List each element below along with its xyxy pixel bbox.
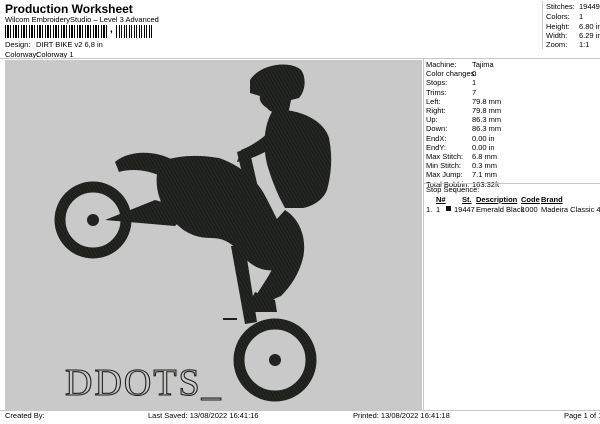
spec-label: Down:: [426, 124, 448, 134]
spec-value: 6.8 mm: [472, 152, 498, 161]
spec-label: EndY:: [426, 142, 447, 152]
col-header-st: St.: [462, 195, 472, 204]
spec-down: Down: 86.3 mm: [424, 124, 599, 133]
col-header-description: Description: [476, 195, 518, 204]
summary-box: Stitches: 19449 Colors: 1 Height: 6.80 i…: [542, 1, 600, 49]
summary-value: 1: [579, 12, 584, 21]
col-header-brand: Brand: [541, 195, 563, 204]
footer-created-by: Created By:: [5, 411, 45, 420]
dirt-bike-embroidery: DDOTS_: [54, 64, 332, 405]
spec-endx: EndX: 0.00 in: [424, 134, 599, 143]
design-preview: DDOTS_: [5, 60, 422, 410]
design-value: DIRT BIKE v2 6,8 in: [36, 40, 103, 49]
row-needle: 1: [436, 205, 441, 214]
row-stitches: 19447: [454, 205, 475, 214]
spec-value: 0.00 in: [472, 142, 495, 152]
spec-up: Up: 86.3 mm: [424, 115, 599, 124]
spec-value: 0.3 mm: [472, 161, 498, 171]
summary-zoom: Zoom: 1:1: [546, 40, 600, 50]
spec-value: Tajima: [472, 60, 494, 69]
summary-value: 1:1: [579, 40, 590, 49]
design-text: DDOTS_: [65, 362, 223, 404]
stop-sequence-title: Stop Sequence:: [426, 185, 480, 194]
spec-label: Left:: [426, 96, 441, 106]
spec-right: Right: 79.8 mm: [424, 106, 599, 115]
spec-label: Color changes:: [426, 69, 477, 79]
spec-label: Stops:: [426, 78, 448, 88]
spec-color-changes: Color changes: 0: [424, 69, 599, 78]
barcode-separator: ,: [110, 24, 113, 35]
spec-value: 1: [472, 78, 477, 88]
specs-divider: [424, 183, 600, 184]
spec-label: Min Stitch:: [426, 161, 462, 171]
footer-page: Page 1 of 1: [564, 411, 600, 420]
row-brand: Madeira Classic 40: [541, 205, 600, 214]
spec-trims: Trims: 7: [424, 88, 599, 97]
spec-value: 0: [472, 69, 477, 79]
spec-value: 7.1 mm: [472, 170, 498, 180]
spec-label: Up:: [426, 115, 438, 125]
spec-value: 86.3 mm: [472, 124, 502, 134]
spec-left: Left: 79.8 mm: [424, 97, 599, 106]
spec-label: Max Stitch:: [426, 152, 464, 161]
footer-last-saved: Last Saved: 13/08/2022 16:41:16: [148, 411, 259, 420]
summary-label: Width:: [546, 31, 568, 40]
summary-value: 6.29 in: [579, 31, 600, 40]
col-header-n: N#: [436, 195, 446, 204]
spec-label: EndX:: [426, 133, 447, 143]
summary-value: 19449: [579, 2, 600, 11]
spec-label: Trims:: [426, 87, 447, 97]
front-wheel: [233, 318, 317, 402]
rider-and-bike: [105, 64, 332, 324]
spec-value: 79.8 mm: [472, 96, 502, 106]
spec-endy: EndY: 0.00 in: [424, 143, 599, 152]
summary-label: Zoom:: [546, 40, 568, 49]
footer-divider: [0, 410, 600, 411]
spec-machine: Machine: Tajima: [424, 60, 599, 69]
spec-value: 86.3 mm: [472, 115, 502, 125]
summary-label: Height:: [546, 22, 570, 31]
summary-colors: Colors: 1: [546, 12, 600, 22]
spec-label: Max Jump:: [426, 170, 463, 180]
summary-value: 6.80 in: [579, 22, 600, 31]
spec-max-stitch: Max Stitch: 6.8 mm: [424, 152, 599, 161]
spec-value: 79.8 mm: [472, 106, 502, 115]
spec-label: Right:: [426, 106, 446, 115]
design-row: Design: DIRT BIKE v2 6,8 in: [5, 40, 205, 50]
col-header-code: Code: [521, 195, 540, 204]
spec-value: 0.00 in: [472, 133, 495, 143]
summary-label: Stitches:: [546, 2, 575, 11]
spec-max-jump: Max Jump: 7.1 mm: [424, 170, 599, 179]
design-label: Design:: [5, 40, 31, 49]
software-name: Wilcom EmbroideryStudio – Level 3 Advanc…: [5, 15, 159, 24]
row-index: 1.: [426, 205, 433, 214]
worksheet-title: Production Worksheet: [5, 2, 133, 16]
row-description: Emerald Black: [476, 205, 525, 214]
row-code: 1000: [521, 205, 538, 214]
spec-min-stitch: Min Stitch: 0.3 mm: [424, 161, 599, 170]
tag-mark: [223, 318, 237, 320]
spec-label: Machine:: [426, 60, 457, 69]
spec-stops: Stops: 1: [424, 78, 599, 87]
barcode-tail: [116, 25, 153, 38]
summary-label: Colors:: [546, 12, 570, 21]
thread-color-swatch: [446, 206, 451, 211]
spec-value: 7: [472, 87, 477, 97]
footer-printed: Printed: 13/08/2022 16:41:18: [353, 411, 450, 420]
summary-stitches: Stitches: 19449: [546, 2, 600, 12]
barcode: [5, 25, 108, 38]
header-divider: [0, 58, 600, 59]
